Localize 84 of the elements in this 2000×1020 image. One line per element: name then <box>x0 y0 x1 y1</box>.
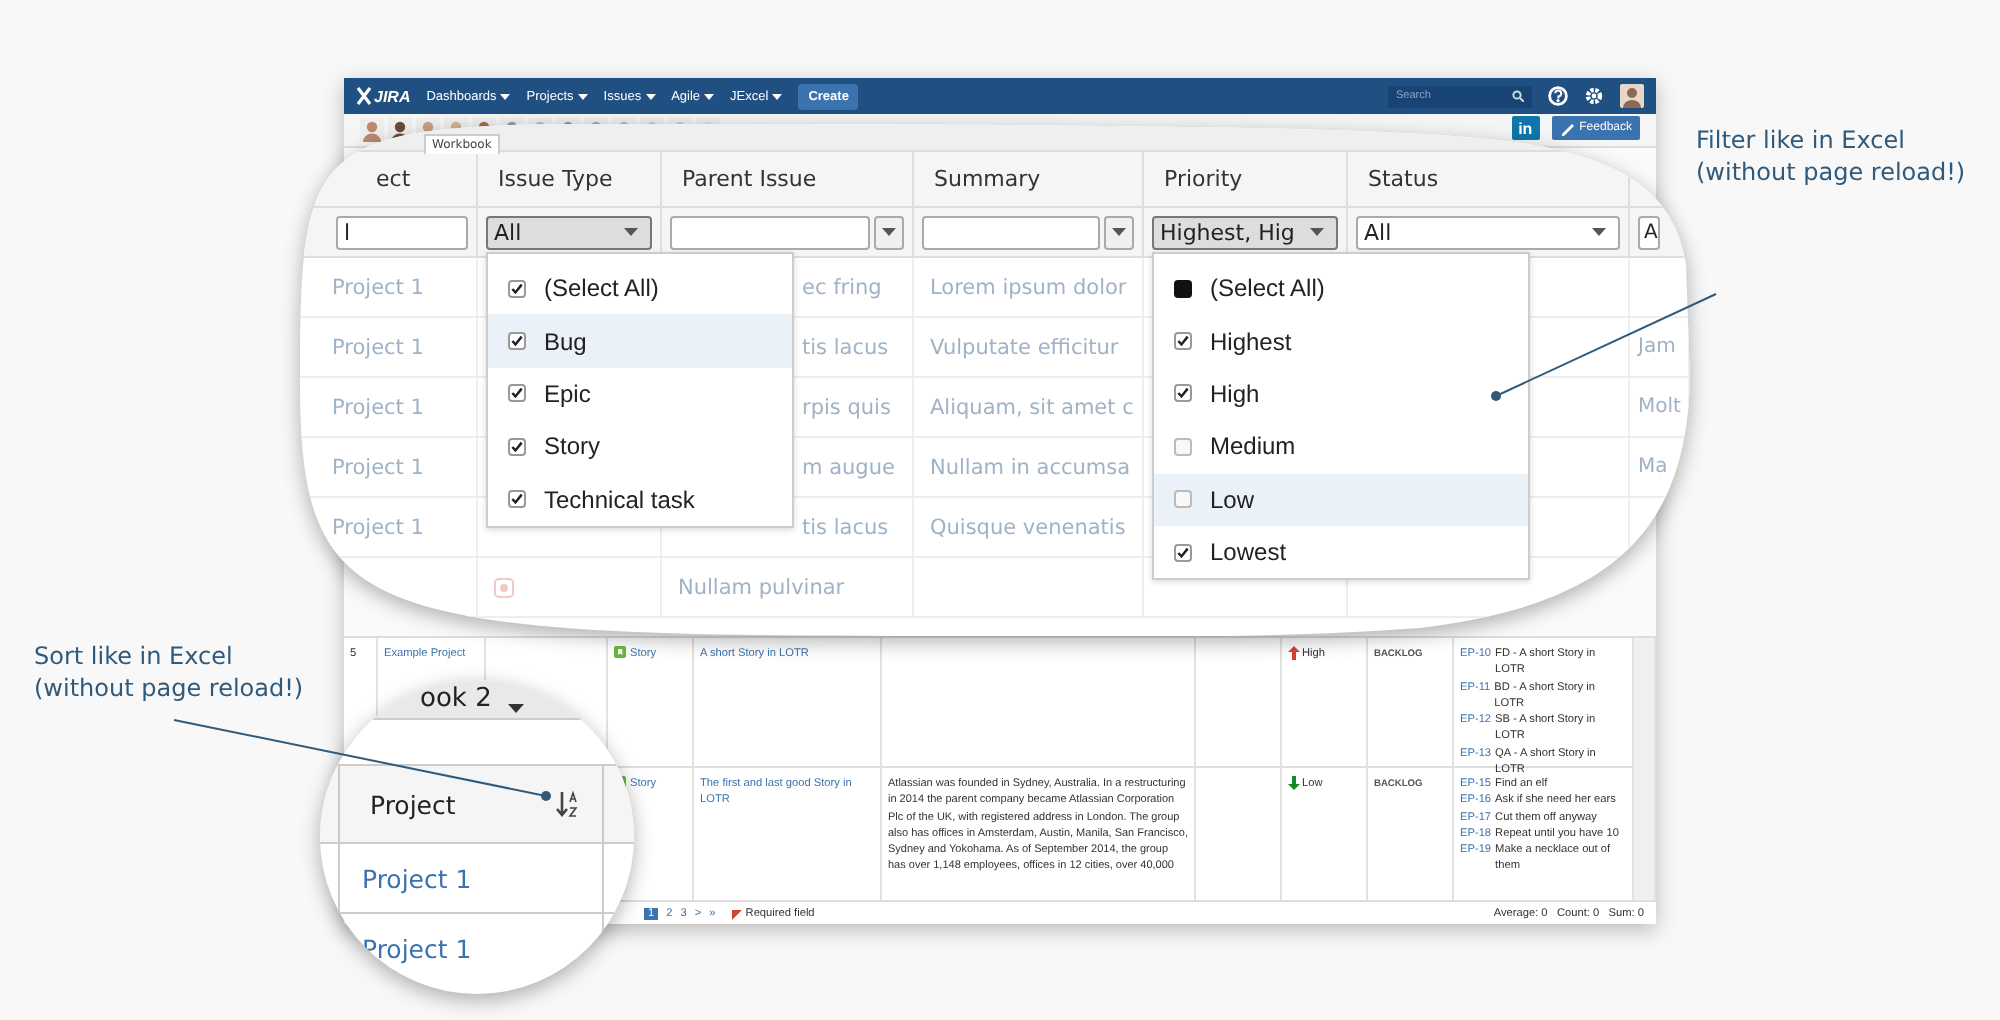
table-cell: Lorem ipsum dolor <box>930 275 1127 299</box>
caret-icon <box>772 93 783 99</box>
logo-text: JIRA <box>374 87 411 105</box>
table-cell: m augue <box>802 455 895 479</box>
caret-icon <box>882 228 896 236</box>
menu-item[interactable]: Story <box>488 420 792 474</box>
flag-icon <box>731 909 742 919</box>
cross-icon <box>356 86 372 106</box>
menu-item[interactable]: Highest <box>1154 314 1528 368</box>
filter-dropdown[interactable]: l <box>336 215 468 249</box>
table-cell: Project 1 <box>332 395 424 419</box>
column-header[interactable]: Priority <box>1164 166 1243 192</box>
menu-item[interactable]: (Select All) <box>1154 262 1528 315</box>
table-cell: Project 1 <box>332 275 424 299</box>
dropdown-button[interactable] <box>874 215 904 249</box>
checkbox[interactable] <box>1174 490 1192 509</box>
menu-item[interactable]: Low <box>1154 473 1528 526</box>
filter-dropdown[interactable]: Highest, Hig <box>1152 215 1338 249</box>
menu-item[interactable]: Medium <box>1154 420 1528 474</box>
caret-icon <box>1112 228 1126 236</box>
bug-icon <box>494 577 514 597</box>
column-header[interactable]: ect <box>376 166 411 192</box>
checkbox[interactable] <box>508 332 526 351</box>
menu-item[interactable]: Technical task <box>488 473 792 526</box>
callout-text: Sort like in Excel (without page reload!) <box>34 640 304 704</box>
table-cell: tis lacus <box>802 335 889 359</box>
caret-icon <box>507 704 524 714</box>
caret-icon <box>624 228 638 236</box>
table-cell: tis lacus <box>802 515 889 539</box>
linkedin-button[interactable]: in <box>1511 116 1540 140</box>
sort-icon <box>556 790 578 818</box>
pencil-icon <box>1559 120 1576 136</box>
table-cell: Jam <box>1638 336 1676 358</box>
column-header[interactable]: Issue Type <box>498 166 613 192</box>
callout-text: Filter like in Excel (without page reload!) <box>1696 124 1966 188</box>
table-cell: Aliquam, sit amet c <box>930 395 1134 419</box>
menu-item[interactable]: Bug <box>488 314 792 368</box>
checkbox[interactable] <box>508 490 526 509</box>
column-header[interactable]: Parent Issue <box>682 166 817 192</box>
filter-field[interactable] <box>922 215 1100 249</box>
table-cell: Molt <box>1638 396 1681 418</box>
table-cell: Project 1 <box>332 455 424 479</box>
table-cell: ec fring <box>802 275 882 299</box>
table-cell: Ma <box>1638 456 1668 478</box>
checkbox[interactable] <box>1174 332 1192 351</box>
sheet-tab[interactable]: ook 2 <box>420 684 492 714</box>
caret-icon <box>1592 228 1606 236</box>
column-header[interactable]: Project <box>370 789 456 819</box>
checkbox[interactable] <box>508 437 526 456</box>
caret-icon <box>645 93 656 99</box>
arrow-up-icon <box>1288 646 1300 660</box>
search-icon <box>1512 90 1524 102</box>
checkbox[interactable] <box>1174 437 1192 456</box>
help-icon <box>1548 86 1568 106</box>
menu-item[interactable]: High <box>1154 367 1528 421</box>
filter-dropdown[interactable]: A <box>1638 215 1660 249</box>
checkbox[interactable] <box>508 279 526 298</box>
column-header[interactable]: Status <box>1368 166 1439 192</box>
table-cell: Quisque venenatis <box>930 515 1126 539</box>
table-cell: Vulputate efficitur <box>930 335 1119 359</box>
table-cell: Nullam pulvinar <box>678 575 845 599</box>
checkbox[interactable] <box>508 384 526 403</box>
table-cell: Project 1 <box>362 863 472 893</box>
caret-icon <box>577 93 588 99</box>
checkbox[interactable] <box>1174 384 1192 403</box>
filter-dropdown[interactable]: All <box>1356 215 1620 249</box>
table-cell: Project 1 <box>332 515 424 539</box>
menu-item[interactable]: (Select All) <box>488 262 792 315</box>
checkbox[interactable] <box>1174 543 1192 562</box>
column-header[interactable]: Summary <box>934 166 1041 192</box>
filter-dropdown[interactable]: All <box>486 215 652 249</box>
table-cell: rpis quis <box>802 395 891 419</box>
caret-icon <box>704 93 715 99</box>
caret-icon <box>500 93 511 99</box>
menu-item[interactable]: Epic <box>488 367 792 421</box>
settings-icon <box>1584 86 1604 106</box>
menu-item[interactable]: Lowest <box>1154 525 1528 579</box>
arrow-down-icon <box>1288 776 1300 790</box>
dropdown-button[interactable] <box>1104 215 1134 249</box>
checkbox[interactable] <box>1174 279 1192 298</box>
table-cell: Nullam in accumsa <box>930 455 1131 479</box>
table-cell: Project 1 <box>332 335 424 359</box>
filter-field[interactable] <box>670 215 870 249</box>
caret-icon <box>1310 228 1324 236</box>
